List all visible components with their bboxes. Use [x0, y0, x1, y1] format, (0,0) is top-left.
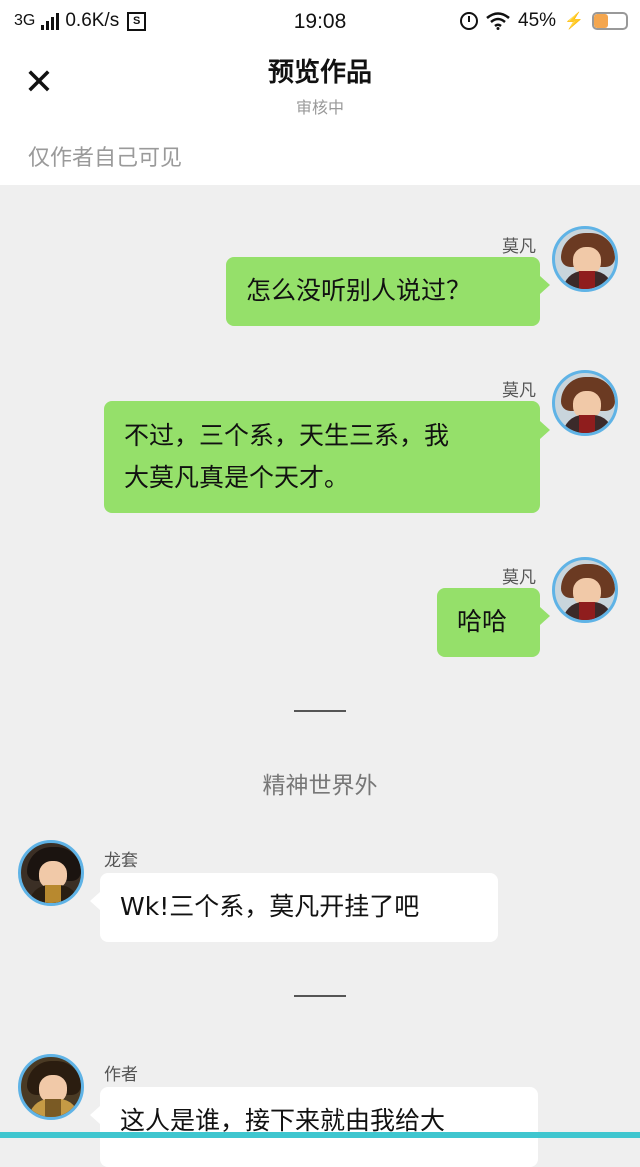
- bubble-tail: [90, 892, 100, 910]
- chat-bubble[interactable]: Wk!三个系，莫凡开挂了吧: [100, 873, 498, 942]
- avatar[interactable]: [552, 370, 618, 436]
- sender-name: 莫凡: [502, 568, 536, 588]
- review-status: 审核中: [295, 98, 344, 117]
- message-text: 哈哈: [457, 607, 508, 636]
- header: ✕ 预览作品 审核中: [0, 44, 640, 130]
- avatar[interactable]: [18, 1054, 84, 1120]
- status-right: 45% ⚡: [460, 10, 628, 32]
- status-bar: 3G 0.6K/s S 19:08 45% ⚡: [0, 0, 640, 44]
- visibility-note: 仅作者自己可见: [28, 146, 183, 171]
- sender-name: 作者: [104, 1065, 138, 1085]
- avatar[interactable]: [552, 557, 618, 623]
- divider: [294, 710, 346, 712]
- battery-percent: 45%: [518, 10, 557, 31]
- message-text: 这人是谁，接下来就由我给大: [120, 1106, 446, 1135]
- bottom-accent-bar: [0, 1132, 640, 1138]
- alarm-icon: [460, 12, 479, 30]
- bubble-tail: [540, 607, 550, 625]
- bubble-tail: [540, 276, 550, 294]
- bubble-tail: [90, 1106, 100, 1124]
- charging-icon: ⚡: [564, 13, 584, 30]
- message-text-line: 大莫凡真是个天才。: [124, 463, 350, 492]
- message-text-line: 不过，三个系，天生三系，我: [124, 421, 450, 450]
- divider: [294, 995, 346, 997]
- bubble-tail: [540, 421, 550, 439]
- battery-fill: [594, 14, 609, 28]
- chat-bubble[interactable]: 这人是谁，接下来就由我给大: [100, 1087, 538, 1167]
- battery-icon: [592, 12, 628, 30]
- chat-bubble[interactable]: 不过，三个系，天生三系，我 大莫凡真是个天才。: [104, 401, 540, 513]
- sender-name: 莫凡: [502, 381, 536, 401]
- visibility-note-bar: 仅作者自己可见: [0, 130, 640, 185]
- wifi-icon: [486, 12, 510, 30]
- message-text: Wk!三个系，莫凡开挂了吧: [120, 892, 420, 921]
- chat-bubble[interactable]: 怎么没听别人说过？: [226, 257, 540, 326]
- avatar[interactable]: [552, 226, 618, 292]
- sender-name: 莫凡: [502, 237, 536, 257]
- scene-title: 精神世界外: [262, 773, 378, 799]
- page-title: 预览作品: [267, 58, 372, 88]
- sender-name: 龙套: [104, 851, 138, 871]
- chat-bubble[interactable]: 哈哈: [437, 588, 540, 657]
- avatar[interactable]: [18, 840, 84, 906]
- message-text: 怎么没听别人说过？: [246, 276, 472, 305]
